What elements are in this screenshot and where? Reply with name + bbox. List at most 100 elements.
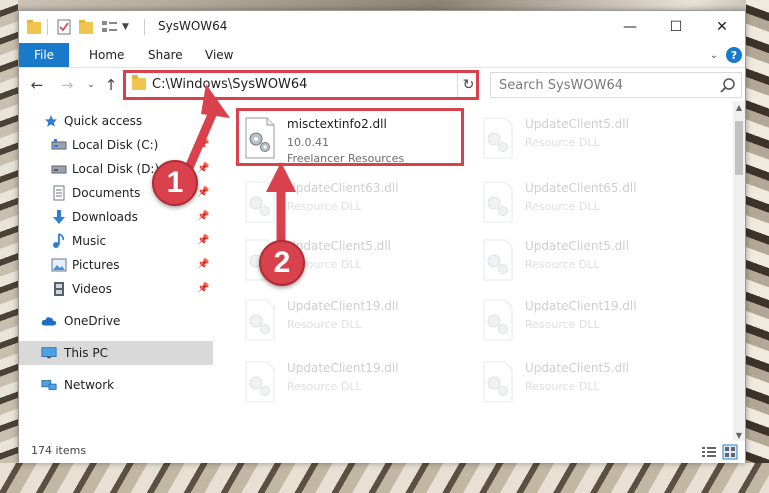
- wallpaper-left: [0, 0, 18, 493]
- step-1-marker: 1: [152, 160, 198, 206]
- sidebar-item-label: Videos: [72, 282, 112, 296]
- sidebar-item-pictures[interactable]: Pictures 📌: [19, 253, 213, 277]
- step-2-marker: 2: [259, 240, 305, 286]
- monitor-icon: [41, 345, 57, 361]
- scrollbar-thumb[interactable]: [735, 121, 743, 175]
- file-item[interactable]: UpdateClient65.dll Resource DLL: [473, 175, 703, 231]
- network-icon: [41, 377, 57, 393]
- file-name: UpdateClient5.dll: [525, 239, 629, 253]
- address-bar-highlight: [123, 70, 479, 100]
- search-box[interactable]: [490, 72, 742, 98]
- search-input[interactable]: [491, 73, 717, 97]
- music-note-icon: [51, 233, 67, 249]
- file-name: UpdateClient5.dll: [525, 361, 629, 375]
- minimize-button[interactable]: —: [607, 11, 653, 43]
- file-name: UpdateClient19.dll: [287, 361, 399, 375]
- pin-icon[interactable]: 📌: [197, 211, 209, 223]
- star-icon: [43, 113, 59, 129]
- picture-icon: [51, 257, 67, 273]
- tab-home[interactable]: Home: [89, 43, 124, 67]
- dll-file-gear-icon: [245, 181, 275, 223]
- help-icon[interactable]: ?: [726, 47, 742, 63]
- sidebar-item-label: This PC: [64, 346, 108, 360]
- item-count: 174 items: [31, 444, 87, 457]
- folder-icon: [27, 20, 41, 34]
- file-item[interactable]: UpdateClient63.dll Resource DLL: [235, 175, 465, 231]
- tab-view[interactable]: View: [205, 43, 233, 67]
- title-bar: ▼ SysWOW64 — ☐ ✕: [19, 11, 745, 43]
- sidebar-item-label: OneDrive: [64, 314, 121, 328]
- status-bar: 174 items: [19, 441, 745, 463]
- file-name: UpdateClient19.dll: [525, 299, 637, 313]
- customize-toolbar-chevron-icon[interactable]: ▼: [122, 22, 129, 38]
- sidebar-item-network[interactable]: Network: [19, 373, 213, 397]
- file-item[interactable]: UpdateClient19.dll Resource DLL: [235, 293, 465, 349]
- sidebar-item-videos[interactable]: Videos 📌: [19, 277, 213, 301]
- dll-file-gear-icon: [483, 181, 513, 223]
- cloud-icon: [41, 313, 57, 329]
- sidebar-item-label: Music: [72, 234, 107, 248]
- sidebar-item-label: Network: [64, 378, 115, 392]
- large-icons-view-icon[interactable]: [722, 444, 738, 460]
- dll-file-gear-icon: [483, 239, 513, 281]
- tab-file[interactable]: File: [19, 43, 69, 67]
- sidebar-item-quick-access[interactable]: Quick access: [19, 109, 213, 133]
- sidebar-item-this-pc[interactable]: This PC: [19, 341, 213, 365]
- file-type: Resource DLL: [525, 258, 600, 271]
- sidebar-item-onedrive[interactable]: OneDrive: [19, 309, 213, 333]
- expand-ribbon-chevron-icon[interactable]: ⌄: [707, 48, 721, 62]
- pin-icon[interactable]: 📌: [197, 259, 209, 271]
- pin-icon[interactable]: 📌: [197, 283, 209, 295]
- sidebar-item-label: Pictures: [72, 258, 120, 272]
- dll-file-gear-icon: [245, 299, 275, 341]
- navigation-pane: Quick access Local Disk (C:) 📌 Local Dis…: [19, 101, 213, 441]
- sidebar-item-local-disk-c[interactable]: Local Disk (C:) 📌: [19, 133, 213, 157]
- window-title: SysWOW64: [158, 19, 228, 33]
- recent-locations-chevron-icon[interactable]: ⌄: [81, 75, 101, 95]
- document-icon: [51, 185, 67, 201]
- sidebar-item-label: Local Disk (D:): [72, 162, 160, 176]
- properties-icon[interactable]: [57, 19, 71, 35]
- file-item[interactable]: UpdateClient5.dll Resource DLL: [473, 355, 703, 411]
- drive-icon: [51, 161, 67, 177]
- file-name: UpdateClient5.dll: [287, 239, 391, 253]
- sidebar-item-label: Downloads: [72, 210, 138, 224]
- sidebar-item-label: Documents: [72, 186, 141, 200]
- tab-share[interactable]: Share: [148, 43, 183, 67]
- back-arrow-icon[interactable]: ←: [27, 75, 47, 95]
- download-arrow-icon: [51, 209, 67, 225]
- title-divider-2: [144, 19, 145, 35]
- wallpaper-right: [746, 0, 769, 493]
- pin-icon[interactable]: 📌: [197, 163, 209, 175]
- up-arrow-icon[interactable]: ↑: [101, 75, 121, 95]
- new-folder-icon[interactable]: [79, 19, 93, 35]
- forward-arrow-icon[interactable]: →: [57, 75, 77, 95]
- pin-icon[interactable]: 📌: [197, 235, 209, 247]
- file-item[interactable]: UpdateClient5.dll Resource DLL: [473, 111, 703, 167]
- file-type: Resource DLL: [525, 380, 600, 393]
- file-item[interactable]: UpdateClient19.dll Resource DLL: [235, 355, 465, 411]
- scroll-down-icon[interactable]: ▼: [733, 429, 745, 441]
- file-type: Resource DLL: [525, 200, 600, 213]
- close-button[interactable]: ✕: [699, 11, 745, 43]
- view-options-icon[interactable]: [101, 19, 119, 35]
- scroll-up-icon[interactable]: ▲: [733, 101, 745, 113]
- film-icon: [51, 281, 67, 297]
- vertical-scrollbar[interactable]: ▲ ▼: [733, 101, 745, 441]
- maximize-button[interactable]: ☐: [653, 11, 699, 43]
- file-type: Resource DLL: [525, 136, 600, 149]
- file-type: Resource DLL: [287, 200, 362, 213]
- file-name: UpdateClient19.dll: [287, 299, 399, 313]
- dll-file-gear-icon: [483, 299, 513, 341]
- file-item[interactable]: UpdateClient19.dll Resource DLL: [473, 293, 703, 349]
- pin-icon[interactable]: 📌: [197, 187, 209, 199]
- title-divider: [47, 19, 48, 35]
- pin-icon[interactable]: 📌: [197, 139, 209, 151]
- details-view-icon[interactable]: [701, 444, 717, 460]
- search-icon[interactable]: [719, 77, 737, 95]
- sidebar-item-music[interactable]: Music 📌: [19, 229, 213, 253]
- sidebar-item-downloads[interactable]: Downloads 📌: [19, 205, 213, 229]
- drive-icon: [51, 137, 67, 153]
- wallpaper-bottom: [0, 463, 769, 493]
- file-item[interactable]: UpdateClient5.dll Resource DLL: [473, 233, 703, 289]
